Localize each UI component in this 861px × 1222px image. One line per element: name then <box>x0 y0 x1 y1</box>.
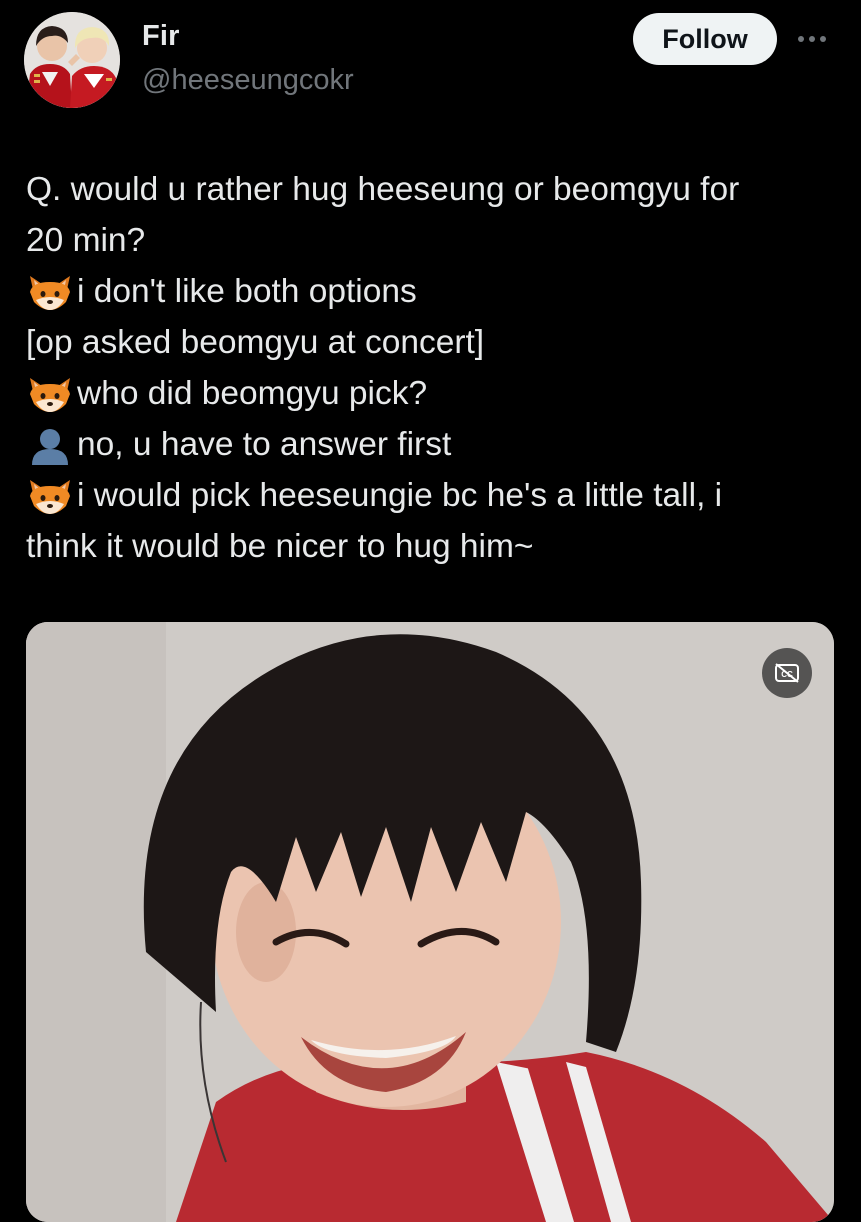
tweet-line-text: no, u have to answer first <box>77 426 452 463</box>
tweet-line: i would pick heeseungie bc he's a little… <box>26 470 836 521</box>
tweet-text: Q. would u rather hug heeseung or beomgy… <box>26 164 836 572</box>
tweet-header: Fir @heeseungcokr Follow <box>0 0 861 130</box>
more-dot <box>820 36 826 42</box>
tweet-line-text: i don't like both options <box>77 273 417 310</box>
tweet-line: [op asked beomgyu at concert] <box>26 317 836 368</box>
more-horizontal-icon[interactable] <box>792 26 832 52</box>
tweet-line: i don't like both options <box>26 266 836 317</box>
tweet-line-text: 20 min? <box>26 222 146 259</box>
fox-emoji-icon <box>26 476 74 516</box>
tweet-line-text: who did beomgyu pick? <box>77 375 428 412</box>
avatar-photo <box>24 12 120 108</box>
more-dot <box>809 36 815 42</box>
tweet-line-text: [op asked beomgyu at concert] <box>26 324 485 361</box>
follow-button[interactable]: Follow <box>633 13 777 65</box>
author-display-name[interactable]: Fir <box>142 20 180 53</box>
bust-silhouette-emoji-icon <box>26 425 74 465</box>
author-avatar[interactable] <box>24 12 120 108</box>
author-handle[interactable]: @heeseungcokr <box>142 64 354 97</box>
tweet-line: no, u have to answer first <box>26 419 836 470</box>
tweet-line: think it would be nicer to hug him~ <box>26 521 836 572</box>
tweet-line: Q. would u rather hug heeseung or beomgy… <box>26 164 836 215</box>
more-dot <box>798 36 804 42</box>
tweet-line-text: Q. would u rather hug heeseung or beomgy… <box>26 171 740 208</box>
tweet-line-text: i would pick heeseungie bc he's a little… <box>77 477 723 514</box>
fox-emoji-icon <box>26 272 74 312</box>
fox-emoji-icon <box>26 374 74 414</box>
video-frame <box>26 622 834 1222</box>
tweet-line-text: think it would be nicer to hug him~ <box>26 528 534 565</box>
closed-captions-off-icon[interactable]: CC <box>762 648 812 698</box>
tweet-line: who did beomgyu pick? <box>26 368 836 419</box>
media-video[interactable]: CC <box>26 622 834 1222</box>
tweet-line: 20 min? <box>26 215 836 266</box>
